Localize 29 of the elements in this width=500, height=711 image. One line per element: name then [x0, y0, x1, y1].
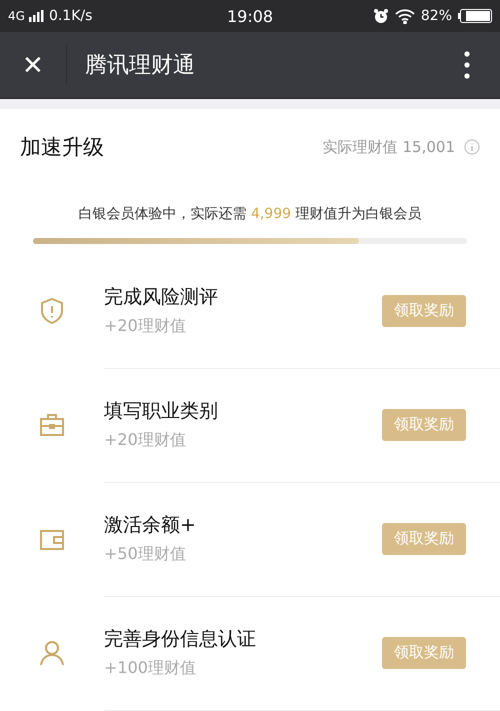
more-menu-icon[interactable]	[464, 51, 470, 79]
section-title: 加速升级	[20, 134, 105, 161]
wifi-icon	[394, 8, 415, 24]
network-type: 4G	[8, 9, 25, 23]
person-icon	[38, 639, 66, 667]
briefcase-icon	[38, 411, 66, 439]
task-reward: +20理财值	[104, 430, 187, 451]
battery-percent: 82%	[420, 8, 452, 24]
claim-reward-button[interactable]: 领取奖励	[382, 636, 466, 668]
actual-value-label: 实际理财值 15,001	[322, 138, 455, 156]
alarm-icon	[372, 8, 389, 24]
network-speed: 0.1K/s	[48, 8, 92, 24]
page-title: 腾讯理财通	[84, 52, 196, 80]
task-reward: +50理财值	[104, 544, 187, 565]
claim-reward-button[interactable]: 领取奖励	[382, 294, 466, 326]
signal-icon	[28, 10, 45, 22]
close-button[interactable]: ✕	[0, 32, 66, 98]
task-title: 完善身份信息认证	[104, 627, 257, 652]
battery-icon	[458, 9, 492, 23]
claim-reward-button[interactable]: 领取奖励	[382, 522, 466, 554]
task-reward: +20理财值	[104, 316, 187, 337]
progress-message: 白银会员体验中，实际还需 4,999 理财值升为白银会员	[78, 205, 422, 223]
task-reward: +100理财值	[104, 658, 197, 679]
task-title: 完成风险测评	[104, 285, 219, 310]
claim-reward-button[interactable]: 领取奖励	[382, 408, 466, 440]
task-title: 填写职业类别	[104, 399, 219, 424]
clock-time: 19:08	[226, 6, 274, 26]
task-title: 激活余额+	[104, 513, 197, 538]
shield-icon	[38, 297, 66, 325]
